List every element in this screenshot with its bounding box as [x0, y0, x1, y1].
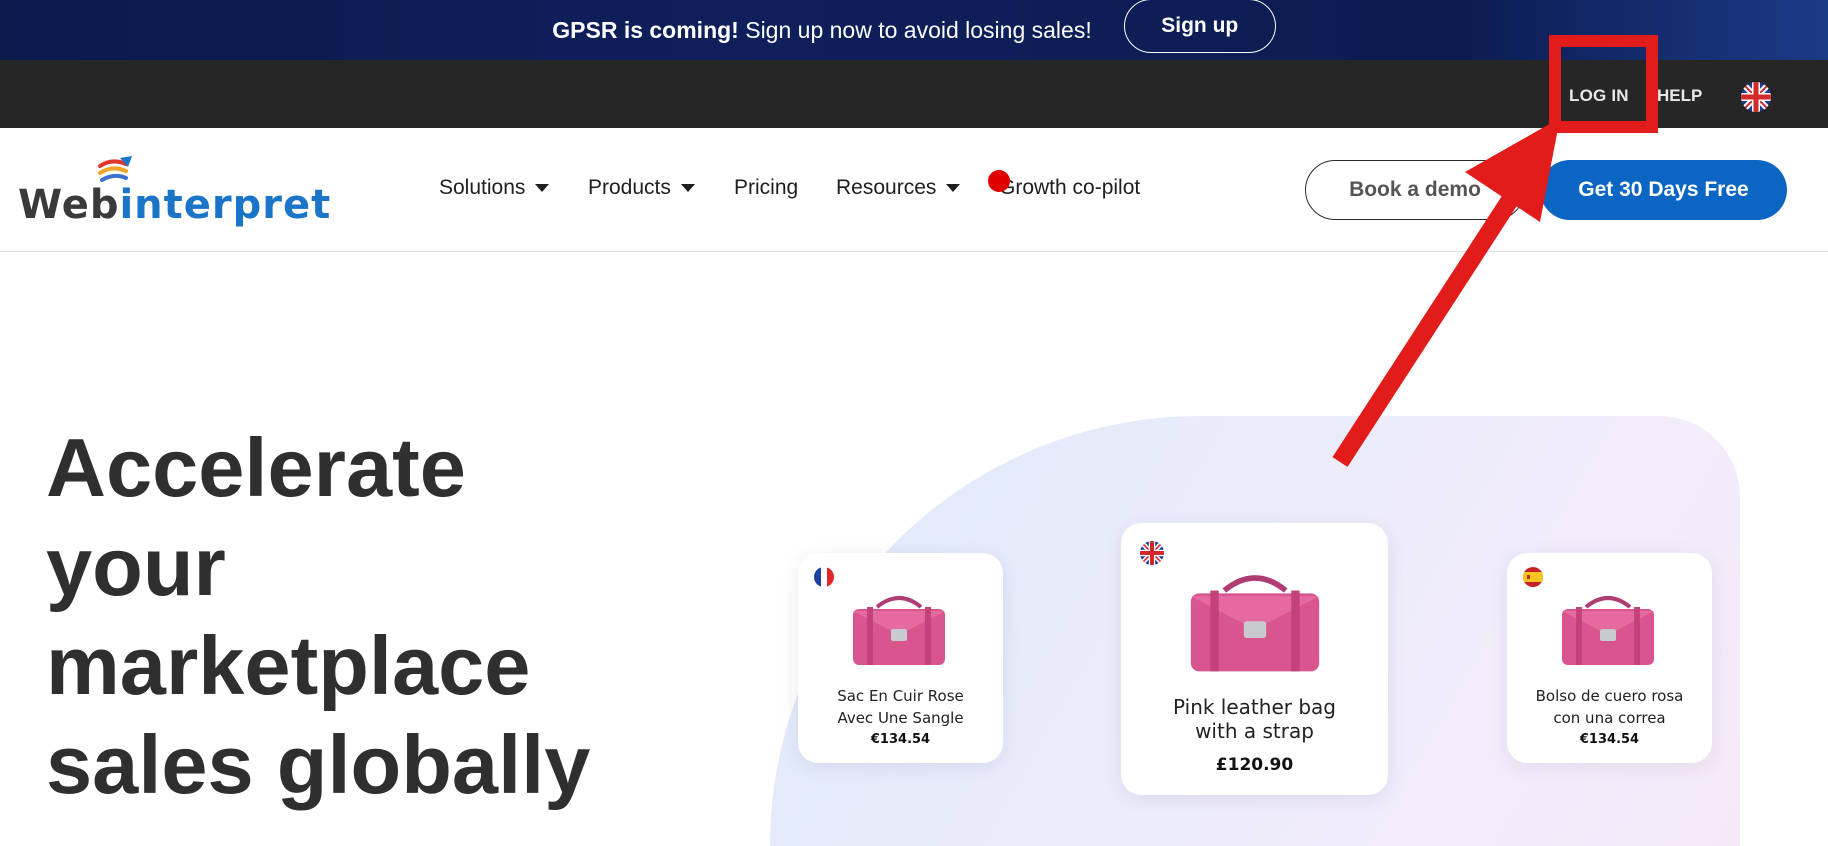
product-price: £120.90	[1215, 755, 1294, 775]
product-card-uk: Pink leather bag with a strap £120.90	[1121, 523, 1388, 795]
annotation-highlight-box	[1549, 35, 1658, 133]
uk-flag-icon[interactable]	[1741, 82, 1771, 112]
product-card-es: Bolso de cuero rosa con una correa €134.…	[1507, 553, 1712, 763]
nav-products[interactable]: Products	[588, 176, 695, 200]
nav-growth-copilot[interactable]: Growth co-pilot	[999, 176, 1140, 200]
nav-solutions[interactable]: Solutions	[439, 176, 550, 200]
nav-resources[interactable]: Resources	[836, 176, 961, 200]
main-navigation: Webinterpret Solutions Products Pricing …	[0, 128, 1828, 252]
product-price: €134.54	[1579, 732, 1640, 747]
free-trial-button[interactable]: Get 30 Days Free	[1540, 160, 1787, 220]
spain-flag-icon	[1523, 567, 1543, 587]
click-marker-dot	[988, 170, 1010, 192]
webinterpret-logo[interactable]: Webinterpret	[18, 154, 330, 228]
product-title: Pink leather bag with a strap	[1173, 695, 1336, 743]
caret-down-icon	[535, 184, 550, 192]
hero-headline: Accelerate your marketplace sales global…	[46, 421, 591, 811]
pink-bag-image	[1562, 596, 1654, 665]
pink-bag-image	[853, 596, 945, 665]
uk-flag-icon	[1140, 541, 1164, 565]
product-title: Sac En Cuir Rose Avec Une Sangle	[837, 687, 964, 727]
pink-bag-image	[1190, 575, 1320, 672]
announcement-text: GPSR is coming! Sign up now to avoid los…	[552, 16, 1092, 43]
help-link[interactable]: HELP	[1657, 86, 1702, 106]
caret-down-icon	[680, 184, 695, 192]
book-demo-button[interactable]: Book a demo	[1305, 160, 1525, 220]
product-card-fr: Sac En Cuir Rose Avec Une Sangle €134.54	[798, 553, 1003, 763]
caret-down-icon	[946, 184, 961, 192]
nav-pricing[interactable]: Pricing	[734, 176, 798, 200]
france-flag-icon	[814, 567, 834, 587]
logo-wordmark: Webinterpret	[18, 182, 332, 228]
product-price: €134.54	[870, 732, 931, 747]
product-title: Bolso de cuero rosa con una correa	[1535, 687, 1684, 727]
sign-up-button[interactable]: Sign up	[1123, 0, 1276, 53]
